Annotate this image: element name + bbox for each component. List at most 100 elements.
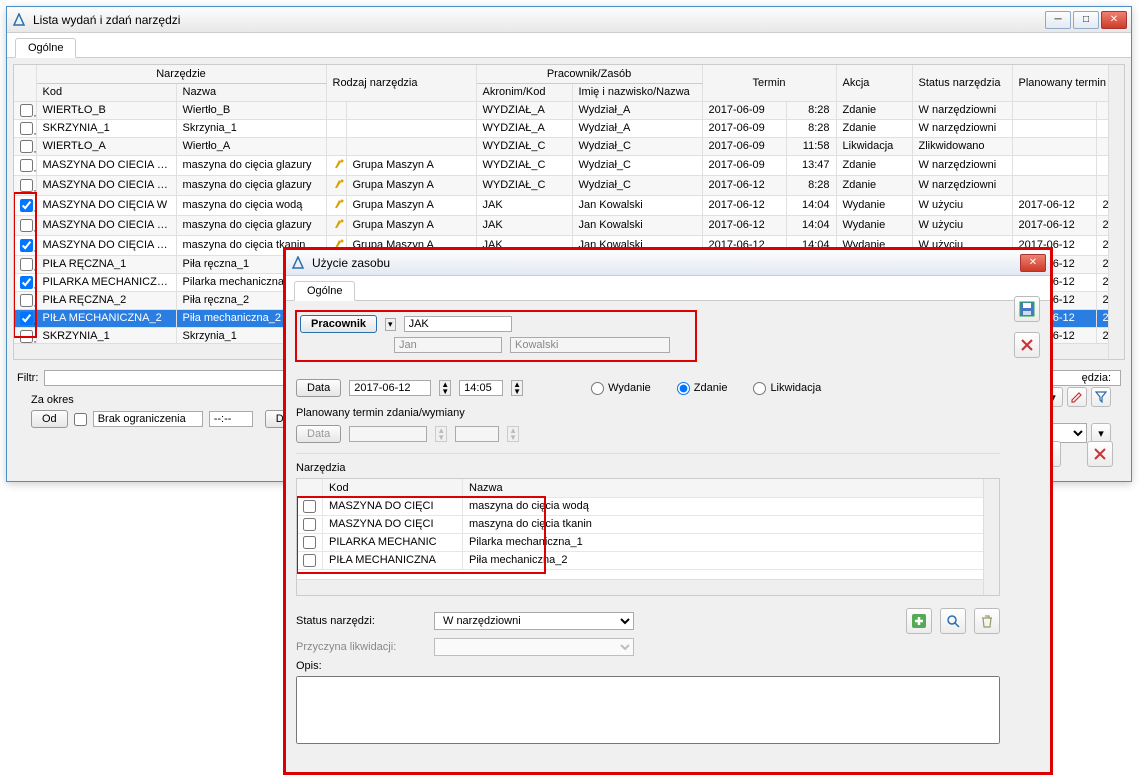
tool-row-checkbox[interactable] (303, 500, 316, 513)
col-nazwa[interactable]: Nazwa (176, 83, 326, 101)
dialog-window: Użycie zasobu ✕ Ogólne Pracownik ▾ (283, 247, 1053, 775)
row-checkbox[interactable] (20, 199, 33, 212)
opis-label: Opis: (296, 660, 426, 672)
filter-funnel-button[interactable] (1091, 387, 1111, 407)
table-row[interactable]: WIERTŁO_BWiertło_BWYDZIAŁ_AWydział_A2017… (14, 101, 1125, 119)
data-input[interactable] (349, 380, 431, 396)
table-row[interactable]: MASZYNA DO CIECIA GLmaszyna do cięcia gl… (14, 175, 1125, 195)
dialog-tab-general[interactable]: Ogólne (294, 281, 355, 301)
table-row[interactable]: MASZYNA DO CIECIA GLmaszyna do cięcia gl… (14, 155, 1125, 175)
od-time-input[interactable] (209, 411, 253, 427)
close-panel-icon[interactable] (1087, 441, 1113, 467)
table-row[interactable]: MASZYNA DO CIECIA GLmaszyna do cięcia gl… (14, 215, 1125, 235)
radio-wydanie[interactable]: Wydanie (591, 382, 651, 395)
col-rodzaj[interactable]: Rodzaj narzędzia (326, 65, 476, 101)
radio-zdanie[interactable]: Zdanie (677, 382, 728, 395)
pracownik-imie-input (394, 337, 502, 353)
data2-button: Data (296, 425, 341, 443)
time2-input (455, 426, 499, 442)
table-row[interactable]: WIERTŁO_AWiertło_AWYDZIAŁ_CWydział_C2017… (14, 137, 1125, 155)
app-icon (11, 12, 27, 28)
col-kod[interactable]: Kod (36, 83, 176, 101)
dlg-horizontal-scrollbar[interactable] (297, 579, 983, 595)
data-button[interactable]: Data (296, 379, 341, 397)
filter-label: Filtr: (17, 372, 38, 384)
dialog-tools-grid: Kod Nazwa MASZYNA DO CIĘCImaszyna do cię… (296, 478, 1000, 596)
titlebar: Lista wydań i zdań narzędzi ─ □ ✕ (7, 7, 1131, 33)
opis-textarea[interactable] (296, 676, 1000, 744)
przyczyna-label: Przyczyna likwidacji: (296, 641, 426, 653)
col-status[interactable]: Status narzędzia (912, 65, 1012, 101)
radio-likwidacja[interactable]: Likwidacja (753, 382, 821, 395)
filter-edit-button[interactable] (1067, 387, 1087, 407)
app-icon (290, 255, 306, 271)
col-akcja[interactable]: Akcja (836, 65, 912, 101)
window-title: Lista wydań i zdań narzędzi (33, 13, 1045, 27)
col-termin[interactable]: Termin (702, 65, 836, 101)
date2-spinner-icon: ▲▼ (435, 426, 447, 442)
planowany-label: Planowany termin zdania/wymiany (296, 407, 1000, 419)
remove-tool-icon[interactable] (974, 608, 1000, 634)
date-spinner-icon[interactable]: ▲▼ (439, 380, 451, 396)
row-checkbox[interactable] (20, 219, 33, 232)
list-item[interactable]: PILARKA MECHANICPilarka mechaniczna_1 (297, 533, 999, 551)
row-checkbox[interactable] (20, 276, 33, 289)
tool-row-checkbox[interactable] (303, 536, 316, 549)
dlg-col-nazwa[interactable]: Nazwa (463, 479, 999, 497)
list-item[interactable]: MASZYNA DO CIĘCImaszyna do cięcia wodą (297, 497, 999, 515)
status-select[interactable]: W narzędziowni (434, 612, 634, 630)
row-checkbox[interactable] (20, 140, 33, 153)
add-tool-icon[interactable] (906, 608, 932, 634)
row-checkbox[interactable] (20, 258, 33, 271)
table-row[interactable]: SKRZYNIA_1Skrzynia_1WYDZIAŁ_AWydział_A20… (14, 119, 1125, 137)
od-date-input[interactable] (93, 411, 203, 427)
maximize-button[interactable]: □ (1073, 11, 1099, 29)
time2-spinner-icon: ▲▼ (507, 426, 519, 442)
dialog-title: Użycie zasobu (312, 256, 1020, 270)
row-checkbox[interactable] (20, 239, 33, 252)
przyczyna-select (434, 638, 634, 656)
cancel-icon[interactable] (1014, 332, 1040, 358)
tab-general[interactable]: Ogólne (15, 38, 76, 58)
dialog-titlebar: Użycie zasobu ✕ (286, 250, 1050, 276)
time-input[interactable] (459, 380, 503, 396)
vertical-scrollbar[interactable] (1108, 65, 1124, 359)
tool-filter-down-button[interactable]: ▾ (1091, 423, 1111, 443)
time-spinner-icon[interactable]: ▲▼ (511, 380, 523, 396)
highlight-pracownik-block: Pracownik ▾ (296, 311, 696, 361)
row-checkbox[interactable] (20, 330, 33, 343)
dialog-tabstrip: Ogólne (286, 276, 1050, 301)
dlg-vertical-scrollbar[interactable] (983, 479, 999, 595)
list-item[interactable]: MASZYNA DO CIĘCImaszyna do cięcia tkanin (297, 515, 999, 533)
table-row[interactable]: MASZYNA DO CIĘCIA Wmaszyna do cięcia wod… (14, 195, 1125, 215)
dialog-close-button[interactable]: ✕ (1020, 254, 1046, 272)
dlg-col-kod[interactable]: Kod (323, 479, 463, 497)
data2-input (349, 426, 427, 442)
row-checkbox[interactable] (20, 312, 33, 325)
od-checkbox[interactable] (74, 413, 87, 426)
tool-row-checkbox[interactable] (303, 518, 316, 531)
za-okres-label: Za okres (31, 394, 74, 406)
col-imie[interactable]: Imię i nazwisko/Nazwa (572, 83, 702, 101)
od-button[interactable]: Od (31, 410, 68, 428)
minimize-button[interactable]: ─ (1045, 11, 1071, 29)
col-group-worker[interactable]: Pracownik/Zasób (476, 65, 702, 83)
status-label: Status narzędzi: (296, 615, 426, 627)
col-akronim[interactable]: Akronim/Kod (476, 83, 572, 101)
filter-edzia-label: ędzia: (1082, 372, 1111, 384)
pracownik-button[interactable]: Pracownik (300, 315, 377, 333)
col-group-tool[interactable]: Narzędzie (36, 65, 326, 83)
row-checkbox[interactable] (20, 159, 33, 172)
row-checkbox[interactable] (20, 294, 33, 307)
pracownik-dropdown-icon[interactable]: ▾ (385, 318, 396, 331)
list-item[interactable]: PIŁA MECHANICZNAPiła mechaniczna_2 (297, 551, 999, 569)
save-icon[interactable] (1014, 296, 1040, 322)
search-tool-icon[interactable] (940, 608, 966, 634)
row-checkbox[interactable] (20, 122, 33, 135)
pracownik-nazwisko-input (510, 337, 670, 353)
pracownik-akronim-input[interactable] (404, 316, 512, 332)
tool-row-checkbox[interactable] (303, 554, 316, 567)
row-checkbox[interactable] (20, 179, 33, 192)
close-button[interactable]: ✕ (1101, 11, 1127, 29)
row-checkbox[interactable] (20, 104, 33, 117)
